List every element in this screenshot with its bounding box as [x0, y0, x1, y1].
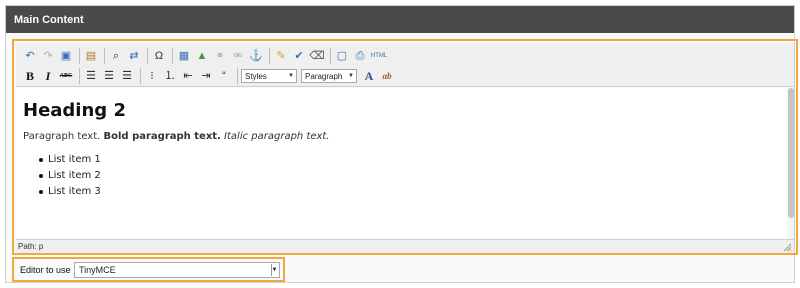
editor-content-area[interactable]: Heading 2 Paragraph text. Bold paragraph…: [16, 88, 786, 239]
editor-selector: Editor to use TinyMCE ▼: [12, 257, 285, 282]
highlight-icon[interactable]: ab: [379, 68, 395, 84]
panel-title: Main Content: [6, 6, 794, 33]
align-center-icon[interactable]: ☰: [101, 68, 117, 84]
unlink-icon[interactable]: ⚮: [230, 48, 246, 64]
toolbar-separator: [172, 48, 173, 64]
toolbar-separator: [79, 48, 80, 64]
toolbar-separator: [104, 48, 105, 64]
align-right-icon[interactable]: ☰: [119, 68, 135, 84]
toolbar-row-1: ↶ ↷ ▣ ▤ ⌕ ⇄ Ω ▦ ▲ ⚭ ⚮ ⚓ ✎ ✔ ⌫ ▢ ⎙ HTML: [22, 47, 390, 65]
toolbar-separator: [269, 48, 270, 64]
toolbar-separator: [147, 48, 148, 64]
editor-toolbar: ↶ ↷ ▣ ▤ ⌕ ⇄ Ω ▦ ▲ ⚭ ⚮ ⚓ ✎ ✔ ⌫ ▢ ⎙ HTML B I ABC ☰ ☰ ☰ ⁝ ⒈ ⇤ ⇥ “ St…: [16, 43, 794, 87]
font-color-icon[interactable]: A: [361, 68, 377, 84]
blockquote-icon[interactable]: “: [216, 68, 232, 84]
editor-select-value: TinyMCE: [79, 265, 116, 275]
list-item: List item 1: [39, 154, 786, 165]
toolbar-separator: [237, 68, 238, 84]
rich-text-editor: ↶ ↷ ▣ ▤ ⌕ ⇄ Ω ▦ ▲ ⚭ ⚮ ⚓ ✎ ✔ ⌫ ▢ ⎙ HTML B I ABC ☰ ☰ ☰ ⁝ ⒈ ⇤ ⇥ “ St…: [12, 39, 798, 255]
special-char-icon[interactable]: Ω: [151, 48, 167, 64]
toolbar-separator: [140, 68, 141, 84]
select-all-icon[interactable]: ▣: [58, 48, 74, 64]
outdent-icon[interactable]: ⇤: [180, 68, 196, 84]
eraser-icon[interactable]: ⌫: [309, 48, 325, 64]
strikethrough-icon[interactable]: ABC: [58, 68, 74, 84]
format-dropdown[interactable]: Paragraph ▼: [301, 69, 357, 83]
toolbar-separator: [79, 68, 80, 84]
chevron-down-icon: ▼: [271, 264, 277, 276]
styles-dropdown[interactable]: Styles ▼: [241, 69, 297, 83]
replace-icon[interactable]: ⇄: [126, 48, 142, 64]
link-icon[interactable]: ⚭: [212, 48, 228, 64]
template-icon[interactable]: ▦: [176, 48, 192, 64]
align-left-icon[interactable]: ☰: [83, 68, 99, 84]
content-paragraph: Paragraph text. Bold paragraph text. Ita…: [23, 131, 786, 142]
indent-icon[interactable]: ⇥: [198, 68, 214, 84]
editor-statusbar: Path: p: [16, 239, 794, 253]
paragraph-plain-text: Paragraph text.: [23, 131, 101, 142]
bullet-list-icon[interactable]: ⁝: [144, 68, 160, 84]
html-source-icon[interactable]: HTML: [370, 48, 388, 64]
paste-icon[interactable]: ▤: [83, 48, 99, 64]
insert-image-icon[interactable]: ▲: [194, 48, 210, 64]
list-item: List item 3: [39, 186, 786, 197]
toolbar-separator: [330, 48, 331, 64]
content-scrollbar[interactable]: [788, 88, 794, 239]
scrollbar-thumb[interactable]: [788, 88, 794, 218]
element-path: Path: p: [18, 242, 44, 251]
bold-icon[interactable]: B: [22, 68, 38, 84]
chevron-down-icon: ▼: [288, 73, 294, 79]
italic-icon[interactable]: I: [40, 68, 56, 84]
content-heading: Heading 2: [23, 100, 126, 121]
spellcheck-icon[interactable]: ✔: [291, 48, 307, 64]
find-icon[interactable]: ⌕: [108, 48, 124, 64]
styles-dropdown-value: Styles: [245, 71, 267, 81]
editor-select[interactable]: TinyMCE ▼: [74, 262, 280, 278]
chevron-down-icon: ▼: [348, 73, 354, 79]
list-item: List item 2: [39, 170, 786, 181]
numbered-list-icon[interactable]: ⒈: [162, 68, 178, 84]
redo-icon[interactable]: ↷: [40, 48, 56, 64]
format-dropdown-value: Paragraph: [305, 71, 343, 81]
resize-handle-icon[interactable]: [783, 243, 792, 252]
print-icon[interactable]: ⎙: [352, 48, 368, 64]
cleanup-icon[interactable]: ✎: [273, 48, 289, 64]
paragraph-bold-text: Bold paragraph text.: [103, 131, 221, 142]
content-list: List item 1 List item 2 List item 3: [23, 154, 786, 197]
toolbar-row-2: B I ABC ☰ ☰ ☰ ⁝ ⒈ ⇤ ⇥ “ Styles ▼ Paragraph ▼ Aab: [22, 67, 397, 85]
main-content-panel: Main Content ↶ ↷ ▣ ▤ ⌕ ⇄ Ω ▦ ▲ ⚭ ⚮ ⚓ ✎ ✔ ⌫ ▢ ⎙ HTML B I ABC…: [5, 5, 798, 283]
anchor-icon[interactable]: ⚓: [248, 48, 264, 64]
undo-icon[interactable]: ↶: [22, 48, 38, 64]
paragraph-italic-text: Italic paragraph text.: [224, 131, 330, 142]
fullscreen-icon[interactable]: ▢: [334, 48, 350, 64]
editor-select-label: Editor to use: [20, 265, 71, 275]
